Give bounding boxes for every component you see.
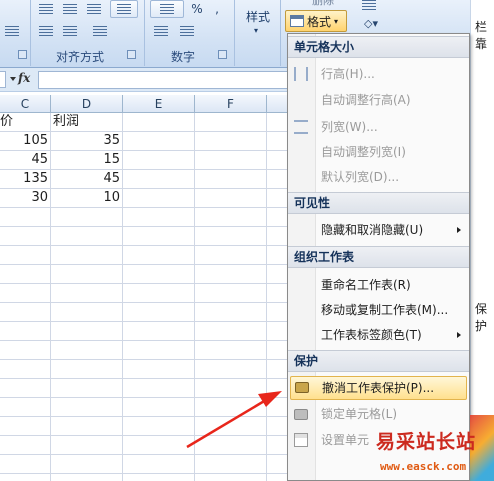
cell-d3[interactable]: 15 <box>51 151 120 170</box>
percent-button[interactable]: % <box>188 0 206 18</box>
partial-left-button[interactable] <box>0 22 24 40</box>
menu-item-tab-color-label: 工作表标签颜色(T) <box>321 328 422 342</box>
menu-item-autofit-row[interactable]: 自动调整行高(A) <box>288 88 469 112</box>
sum-button[interactable] <box>358 0 380 14</box>
align-left-icon <box>39 3 53 15</box>
menu-item-format-cells-label: 设置单元 <box>321 433 370 447</box>
cell-d1[interactable]: 利润 <box>53 113 121 132</box>
comma-button[interactable]: , <box>210 0 224 18</box>
menu-item-lock-cell-label: 锁定单元格(L) <box>321 407 398 421</box>
column-header-c[interactable]: C <box>0 95 51 113</box>
insert-function-button[interactable]: fx <box>18 71 30 85</box>
increase-indent-icon <box>63 25 77 37</box>
row-height-icon <box>294 67 308 81</box>
menu-section-protect: 保护 <box>288 350 469 372</box>
name-box-dropdown-icon[interactable] <box>10 77 16 81</box>
menu-item-lock-cell[interactable]: 锁定单元格(L) <box>288 402 469 426</box>
right-panel-text-mid: 保护 <box>475 302 488 333</box>
number-launcher[interactable] <box>218 50 227 59</box>
eraser-icon: ◇▾ <box>364 16 378 30</box>
font-launcher[interactable] <box>18 50 27 59</box>
menu-section-visibility: 可见性 <box>288 192 469 214</box>
align-right-icon <box>87 3 101 15</box>
delete-button[interactable]: 删除 <box>312 0 334 8</box>
alignment-launcher[interactable] <box>127 50 136 59</box>
align-right-button[interactable] <box>84 0 104 18</box>
cell-d5[interactable]: 10 <box>51 189 120 208</box>
orientation-button[interactable] <box>86 22 114 40</box>
menu-item-move-copy[interactable]: 移动或复制工作表(M)... <box>288 298 469 322</box>
merge-center-button[interactable] <box>110 0 138 18</box>
format-button-label: 格式 <box>307 14 332 29</box>
cell-c2[interactable]: 105 <box>0 132 48 151</box>
increase-decimal-button[interactable] <box>150 22 172 40</box>
menu-item-tab-color[interactable]: 工作表标签颜色(T) <box>288 323 469 347</box>
menu-item-row-height-label: 行高(H)... <box>321 67 375 81</box>
align-center-button[interactable] <box>60 0 80 18</box>
decrease-decimal-button[interactable] <box>176 22 198 40</box>
alignment-group-label: 对齐方式 <box>55 50 104 64</box>
watermark-title: 易采站长站 <box>376 431 477 453</box>
group-divider <box>234 0 235 66</box>
cell-c5[interactable]: 30 <box>0 189 48 208</box>
menu-item-col-width-label: 列宽(W)... <box>321 120 378 134</box>
lock-icon <box>294 409 308 420</box>
group-divider <box>280 0 281 66</box>
menu-item-autofit-col[interactable]: 自动调整列宽(I) <box>288 140 469 164</box>
column-header-d[interactable]: D <box>51 95 123 113</box>
align-center-icon <box>63 3 77 15</box>
formula-input[interactable] <box>38 71 290 89</box>
format-cells-icon <box>294 433 308 447</box>
cell-c4[interactable]: 135 <box>0 170 48 189</box>
wrap-icon <box>5 25 19 37</box>
column-width-icon <box>294 120 308 134</box>
group-divider <box>30 0 31 66</box>
sum-icon <box>362 0 376 11</box>
styles-button[interactable]: 样式 <box>246 8 270 25</box>
increase-indent-button[interactable] <box>60 22 80 40</box>
styles-dropdown-arrow[interactable]: ▾ <box>254 26 258 35</box>
format-dropdown-menu: 单元格大小 行高(H)... 自动调整行高(A) 列宽(W)... 自动调整列宽… <box>287 33 470 481</box>
menu-item-default-width[interactable]: 默认列宽(D)... <box>288 165 469 189</box>
decrease-decimal-icon <box>180 25 194 37</box>
orientation-icon <box>93 25 107 37</box>
clear-button[interactable]: ◇▾ <box>358 14 384 32</box>
align-top-button[interactable] <box>36 0 56 18</box>
increase-decimal-icon <box>154 25 168 37</box>
menu-item-hide-unhide-label: 隐藏和取消隐藏(U) <box>321 223 424 237</box>
lock-icon <box>295 382 309 393</box>
menu-item-row-height[interactable]: 行高(H)... <box>288 62 469 86</box>
column-header-e[interactable]: E <box>123 95 195 113</box>
cell-c3[interactable]: 45 <box>0 151 48 170</box>
merge-icon <box>117 3 131 15</box>
chevron-down-icon: ▾ <box>334 16 339 26</box>
format-button[interactable]: 格式 ▾ <box>285 10 347 32</box>
menu-item-unprotect-label: 撤消工作表保护(P)... <box>322 381 435 395</box>
submenu-arrow-icon <box>457 227 461 233</box>
decrease-indent-icon <box>39 25 53 37</box>
worksheet-grid[interactable]: 价 利润 105 35 45 15 135 45 30 10 <box>0 113 290 481</box>
menu-item-unprotect-sheet[interactable]: 撤消工作表保护(P)... <box>290 376 467 400</box>
right-panel-text-top: 栏靠 <box>475 20 488 51</box>
format-icon <box>290 15 304 27</box>
watermark-url: www.easck.com <box>380 460 467 473</box>
name-box[interactable] <box>0 71 6 88</box>
decrease-indent-button[interactable] <box>36 22 56 40</box>
menu-item-hide-unhide[interactable]: 隐藏和取消隐藏(U) <box>288 218 469 242</box>
right-panel-edge: 栏靠 保护 <box>470 0 494 481</box>
menu-item-col-width[interactable]: 列宽(W)... <box>288 115 469 139</box>
menu-section-cell-size: 单元格大小 <box>288 36 469 58</box>
number-group-label: 数字 <box>170 50 195 64</box>
cell-d2[interactable]: 35 <box>51 132 120 151</box>
group-divider <box>144 0 145 66</box>
cell-d4[interactable]: 45 <box>51 170 120 189</box>
cell-c1[interactable]: 价 <box>0 113 50 132</box>
currency-button[interactable] <box>150 0 184 18</box>
currency-icon <box>160 3 174 15</box>
menu-section-organize: 组织工作表 <box>288 246 469 268</box>
submenu-arrow-icon <box>457 332 461 338</box>
menu-item-rename[interactable]: 重命名工作表(R) <box>288 273 469 297</box>
column-header-f[interactable]: F <box>195 95 267 113</box>
